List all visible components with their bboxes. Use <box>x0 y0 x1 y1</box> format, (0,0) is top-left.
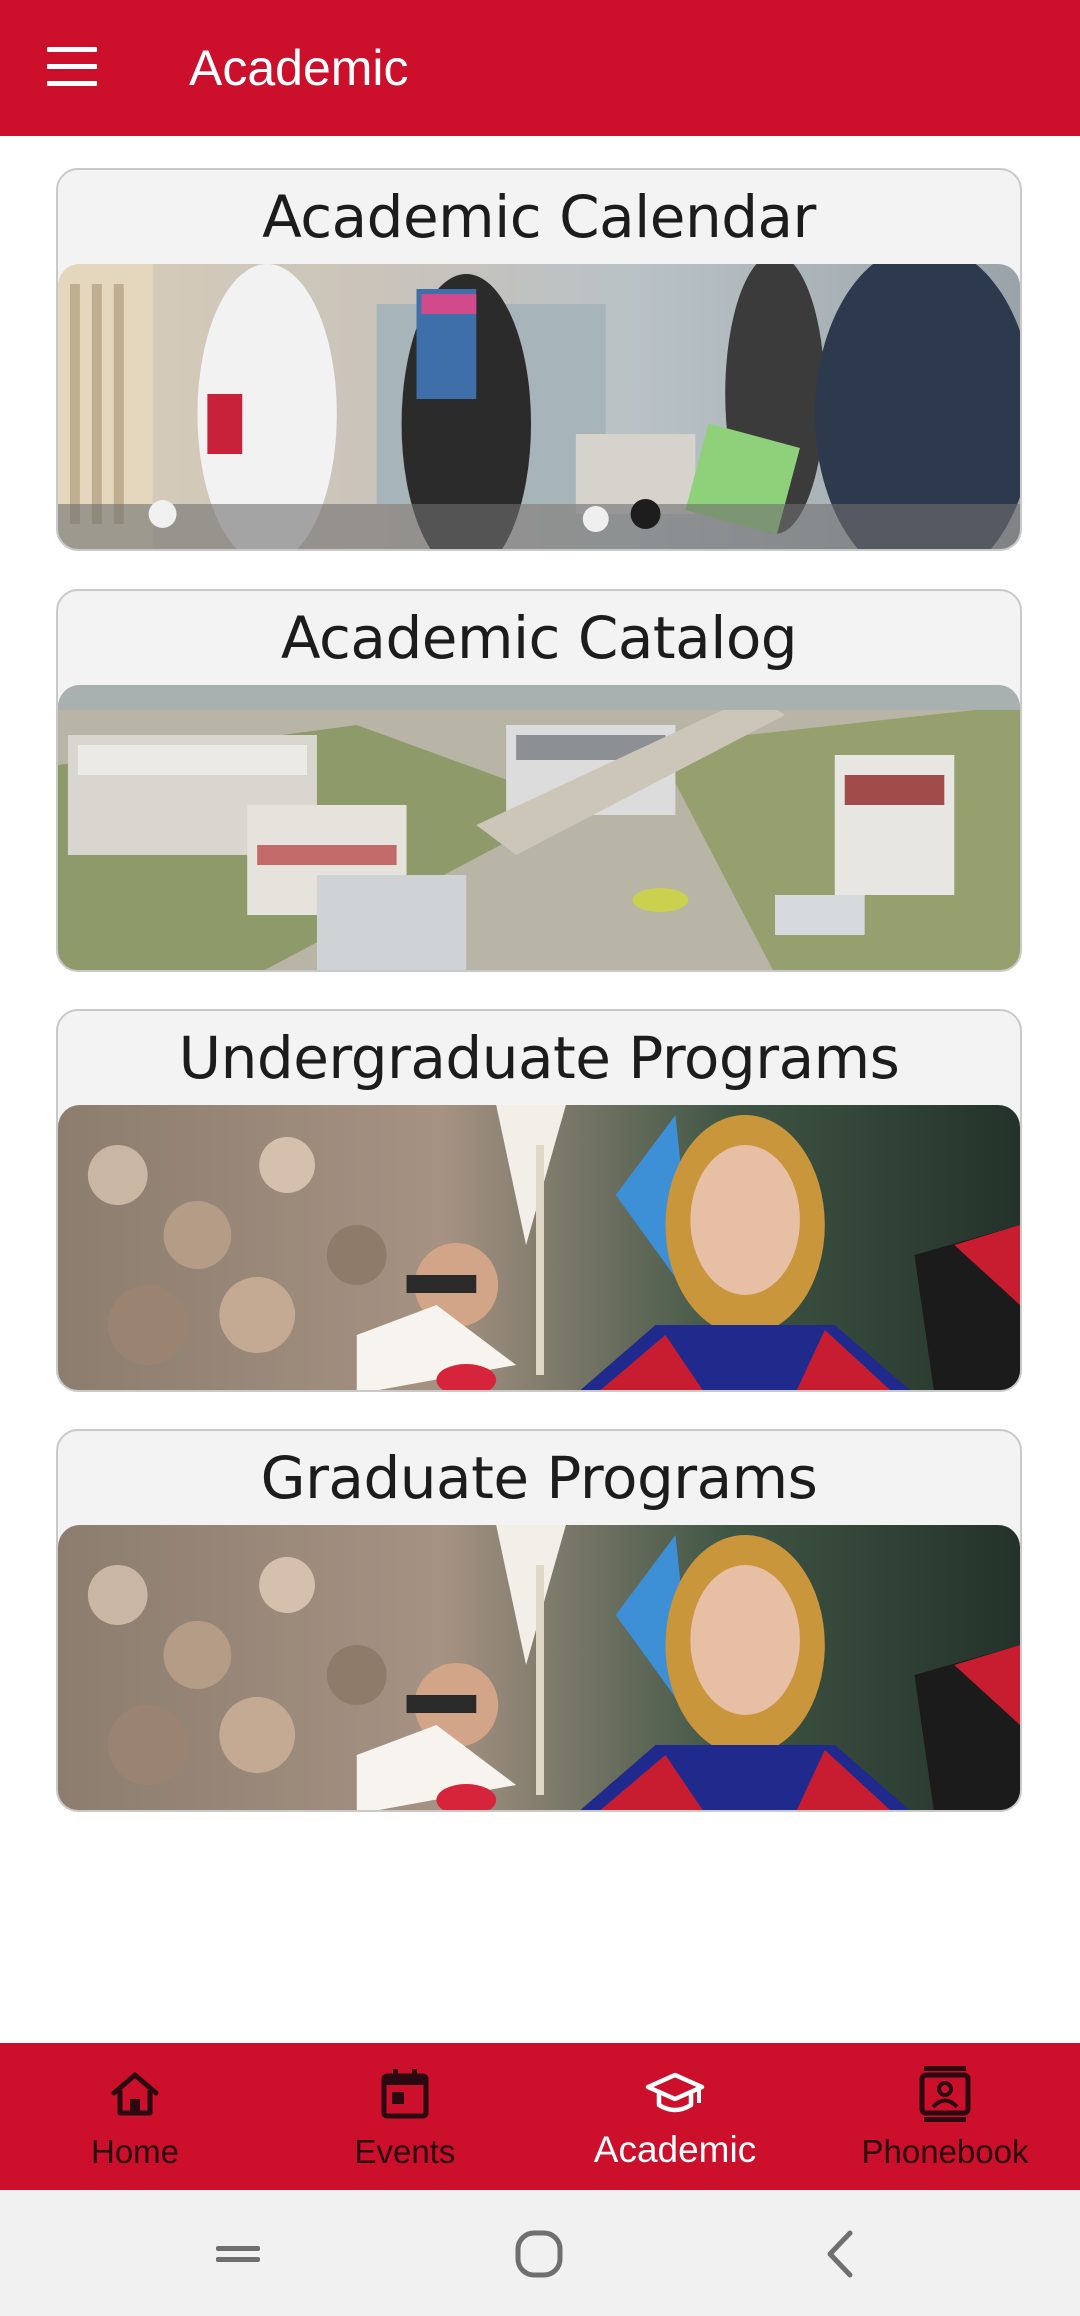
students-walking-photo <box>58 264 1020 549</box>
graduation-student-photo <box>58 1525 1020 1810</box>
home-circle-icon[interactable] <box>509 2226 569 2282</box>
card-graduate-programs[interactable]: Graduate Programs <box>56 1429 1022 1812</box>
card-academic-calendar[interactable]: Academic Calendar <box>56 168 1022 551</box>
nav-label: Phonebook <box>861 2133 1029 2170</box>
card-title: Undergraduate Programs <box>178 1024 900 1092</box>
nav-label: Academic <box>593 2129 757 2170</box>
card-title: Academic Calendar <box>262 183 816 251</box>
aerial-campus-photo <box>58 685 1020 970</box>
nav-label: Home <box>90 2133 180 2170</box>
bottom-navigation: Home Events Academic Phonebook <box>0 2043 1080 2190</box>
hamburger-menu-icon[interactable] <box>36 30 112 106</box>
nav-phonebook[interactable]: Phonebook <box>810 2043 1080 2190</box>
card-undergraduate-programs[interactable]: Undergraduate Programs <box>56 1009 1022 1392</box>
page-title: Academic <box>189 40 409 96</box>
app-bar: Academic <box>0 0 1080 136</box>
home-icon <box>111 2072 159 2116</box>
card-title: Graduate Programs <box>260 1444 818 1512</box>
contacts-book-icon <box>919 2066 971 2122</box>
card-title: Academic Catalog <box>280 604 798 672</box>
nav-home[interactable]: Home <box>0 2043 270 2190</box>
graduation-cap-icon <box>645 2072 705 2113</box>
nav-academic[interactable]: Academic <box>540 2043 810 2190</box>
graduation-student-photo <box>58 1105 1020 1390</box>
nav-events[interactable]: Events <box>270 2043 540 2190</box>
card-academic-catalog[interactable]: Academic Catalog <box>56 589 1022 972</box>
system-navigation-bar <box>0 2190 1080 2316</box>
back-icon[interactable] <box>812 2226 872 2282</box>
calendar-icon <box>381 2069 429 2119</box>
nav-label: Events <box>354 2133 456 2170</box>
recent-apps-icon[interactable] <box>208 2226 268 2282</box>
